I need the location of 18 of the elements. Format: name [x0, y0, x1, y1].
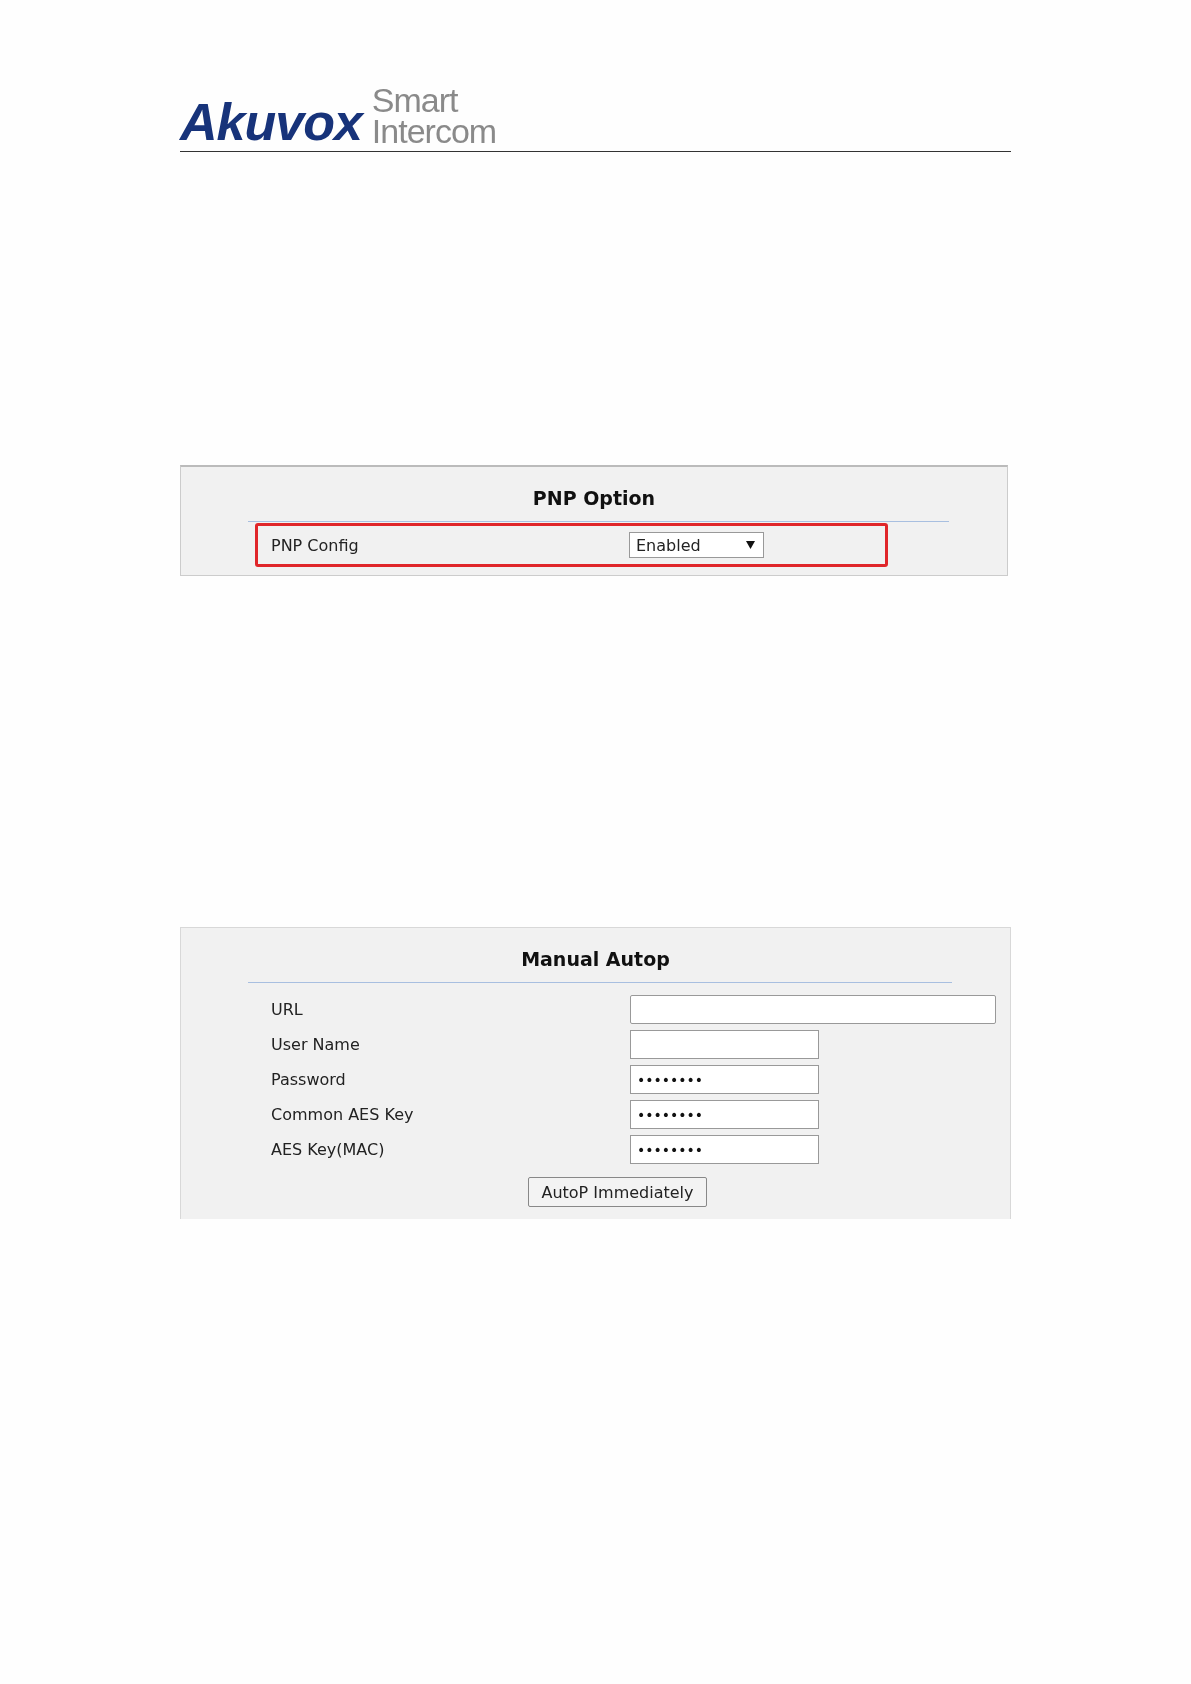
field-label: AES Key(MAC)	[270, 1140, 386, 1159]
input-field[interactable]: ••••••••	[630, 1100, 819, 1129]
dropdown[interactable]: Enabled	[629, 532, 764, 558]
panel-title: Manual Autop	[520, 947, 671, 970]
panel-title: PNP Option	[531, 486, 657, 509]
input-field[interactable]	[630, 1030, 819, 1059]
input-field[interactable]: ••••••••	[630, 1065, 819, 1094]
autop-button[interactable]: AutoP Immediately	[528, 1177, 707, 1207]
field-label: URL	[270, 1000, 304, 1019]
input-field[interactable]: ••••••••	[630, 1135, 819, 1164]
logo-tagline: Smart	[371, 85, 460, 116]
caret-icon	[746, 541, 755, 549]
input-field[interactable]	[630, 995, 996, 1024]
field-label: Password	[270, 1070, 347, 1089]
field-label: Common AES Key	[270, 1105, 415, 1124]
field-label: User Name	[270, 1035, 361, 1054]
logo-tagline: Intercom	[371, 116, 497, 147]
field-label: PNP Config	[270, 535, 360, 555]
